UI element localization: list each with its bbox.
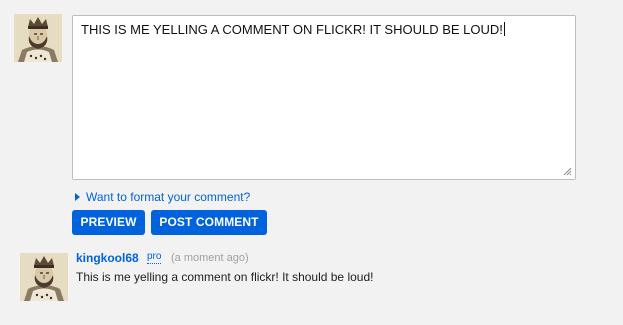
pro-badge[interactable]: pro <box>147 251 162 264</box>
text-caret <box>503 22 505 36</box>
king-portrait-icon <box>20 253 68 301</box>
comment-timestamp: (a moment ago) <box>171 252 249 264</box>
comment-author-link[interactable]: kingkool68 <box>76 251 139 265</box>
format-comment-link[interactable]: Want to format your comment? <box>75 190 250 204</box>
comment-textarea-value: THIS IS ME YELLING A COMMENT ON FLICKR! … <box>81 22 505 37</box>
preview-button[interactable]: PREVIEW <box>72 210 145 235</box>
comment-textarea[interactable]: THIS IS ME YELLING A COMMENT ON FLICKR! … <box>72 15 576 180</box>
comment-text: This is me yelling a comment on flickr! … <box>76 270 374 284</box>
user-avatar[interactable] <box>14 14 62 62</box>
post-comment-button[interactable]: POST COMMENT <box>151 210 267 235</box>
disclosure-triangle-icon <box>75 193 80 201</box>
king-portrait-icon <box>14 14 62 62</box>
format-comment-label: Want to format your comment? <box>86 190 251 204</box>
comment-author-avatar[interactable] <box>20 253 68 301</box>
resize-handle-icon[interactable] <box>562 166 572 176</box>
